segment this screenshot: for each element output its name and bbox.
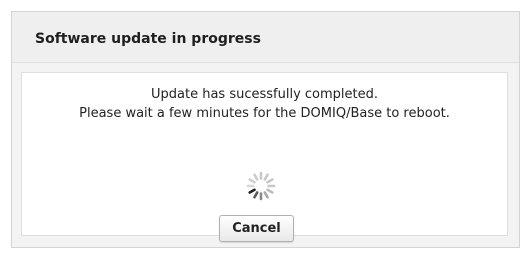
dialog-header: Software update in progress: [12, 12, 519, 63]
cancel-button[interactable]: Cancel: [219, 215, 294, 242]
loading-spinner-icon: [245, 170, 277, 202]
dialog-title: Software update in progress: [35, 31, 261, 47]
dialog-body: Update has sucessfully completed. Please…: [21, 72, 508, 236]
status-message: Update has sucessfully completed.: [151, 87, 378, 102]
reboot-message: Please wait a few minutes for the DOMIQ/…: [79, 106, 450, 121]
